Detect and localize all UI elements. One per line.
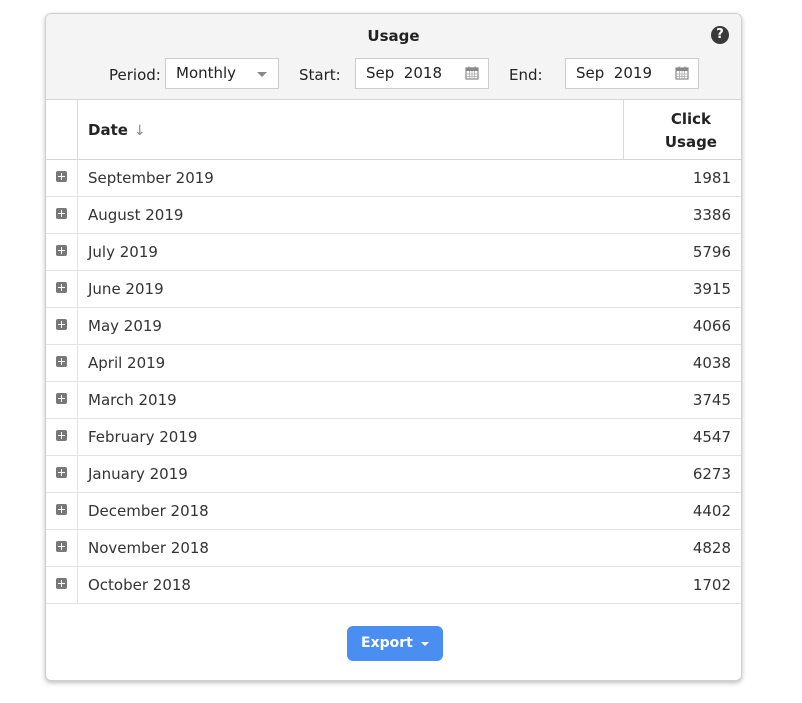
end-date-value: Sep 2019 xyxy=(576,64,652,82)
row-date: February 2019 xyxy=(88,428,198,446)
table-row[interactable]: July 2019 5796 xyxy=(46,234,741,271)
start-date-value: Sep 2018 xyxy=(366,64,442,82)
period-select-value: Monthly xyxy=(176,64,237,82)
row-date: October 2018 xyxy=(88,576,191,594)
expand-cell xyxy=(46,197,78,233)
row-date: August 2019 xyxy=(88,206,184,224)
table-row[interactable]: November 2018 4828 xyxy=(46,530,741,567)
row-usage: 6273 xyxy=(692,465,731,483)
panel-title: Usage xyxy=(367,27,420,45)
end-date-input[interactable]: Sep 2019 xyxy=(565,58,699,89)
table-body: September 2019 1981 August 2019 3386 July 20… xyxy=(46,160,741,604)
chevron-down-icon xyxy=(257,72,267,77)
plus-icon[interactable] xyxy=(56,356,67,367)
table-row[interactable]: May 2019 4066 xyxy=(46,308,741,345)
row-date: May 2019 xyxy=(88,317,162,335)
plus-icon[interactable] xyxy=(56,430,67,441)
calendar-icon[interactable] xyxy=(465,66,479,80)
date-column-label: Date xyxy=(88,121,128,139)
plus-icon[interactable] xyxy=(56,319,67,330)
expand-cell xyxy=(46,234,78,270)
expand-cell xyxy=(46,160,78,196)
row-date: January 2019 xyxy=(88,465,188,483)
help-icon[interactable]: ? xyxy=(711,26,729,44)
export-button[interactable]: Export xyxy=(347,626,443,661)
usage-column-header[interactable]: Click Usage xyxy=(624,100,741,159)
table-header: Date ↓ Click Usage xyxy=(46,100,741,160)
plus-icon[interactable] xyxy=(56,541,67,552)
table-row[interactable]: October 2018 1702 xyxy=(46,567,741,604)
plus-icon[interactable] xyxy=(56,578,67,589)
table-row[interactable]: January 2019 6273 xyxy=(46,456,741,493)
row-usage: 4828 xyxy=(692,539,731,557)
table-row[interactable]: April 2019 4038 xyxy=(46,345,741,382)
usage-column-label-line1: Click xyxy=(670,110,711,128)
table-row[interactable]: December 2018 4402 xyxy=(46,493,741,530)
row-date: September 2019 xyxy=(88,169,214,187)
expand-column-header xyxy=(46,100,78,159)
plus-icon[interactable] xyxy=(56,208,67,219)
row-usage: 5796 xyxy=(692,243,731,261)
usage-panel: Usage ? Period: Monthly Start: Sep 2018 xyxy=(45,13,742,681)
arrow-down-icon: ↓ xyxy=(133,123,146,139)
table-row[interactable]: June 2019 3915 xyxy=(46,271,741,308)
plus-icon[interactable] xyxy=(56,171,67,182)
end-label: End: xyxy=(509,66,543,84)
row-date: November 2018 xyxy=(88,539,209,557)
panel-header: Usage ? Period: Monthly Start: Sep 2018 xyxy=(46,14,741,100)
expand-cell xyxy=(46,419,78,455)
expand-cell xyxy=(46,530,78,566)
row-date: June 2019 xyxy=(88,280,164,298)
expand-cell xyxy=(46,271,78,307)
table-row[interactable]: March 2019 3745 xyxy=(46,382,741,419)
plus-icon[interactable] xyxy=(56,504,67,515)
expand-cell xyxy=(46,493,78,529)
expand-cell xyxy=(46,382,78,418)
row-usage: 1981 xyxy=(692,169,731,187)
row-usage: 3745 xyxy=(692,391,731,409)
row-usage: 4402 xyxy=(692,502,731,520)
expand-cell xyxy=(46,345,78,381)
row-date: March 2019 xyxy=(88,391,177,409)
row-usage: 4038 xyxy=(692,354,731,372)
chevron-down-icon xyxy=(421,642,429,646)
period-select[interactable]: Monthly xyxy=(165,58,279,89)
row-usage: 4547 xyxy=(692,428,731,446)
table-row[interactable]: February 2019 4547 xyxy=(46,419,741,456)
table-row[interactable]: August 2019 3386 xyxy=(46,197,741,234)
row-date: April 2019 xyxy=(88,354,166,372)
plus-icon[interactable] xyxy=(56,393,67,404)
start-label: Start: xyxy=(299,66,341,84)
table-row[interactable]: September 2019 1981 xyxy=(46,160,741,197)
export-button-label: Export xyxy=(361,635,413,651)
filter-controls: Period: Monthly Start: Sep 2018 End: Sep… xyxy=(46,58,741,90)
expand-cell xyxy=(46,567,78,603)
row-usage: 3915 xyxy=(692,280,731,298)
plus-icon[interactable] xyxy=(56,467,67,478)
usage-column-label-line2: Usage xyxy=(664,133,717,151)
plus-icon[interactable] xyxy=(56,245,67,256)
plus-icon[interactable] xyxy=(56,282,67,293)
row-usage: 4066 xyxy=(692,317,731,335)
expand-cell xyxy=(46,456,78,492)
period-label: Period: xyxy=(109,66,161,84)
start-date-input[interactable]: Sep 2018 xyxy=(355,58,489,89)
row-usage: 3386 xyxy=(692,206,731,224)
expand-cell xyxy=(46,308,78,344)
row-date: December 2018 xyxy=(88,502,209,520)
row-usage: 1702 xyxy=(692,576,731,594)
date-column-header[interactable]: Date ↓ xyxy=(78,100,624,159)
calendar-icon[interactable] xyxy=(675,66,689,80)
row-date: July 2019 xyxy=(88,243,158,261)
